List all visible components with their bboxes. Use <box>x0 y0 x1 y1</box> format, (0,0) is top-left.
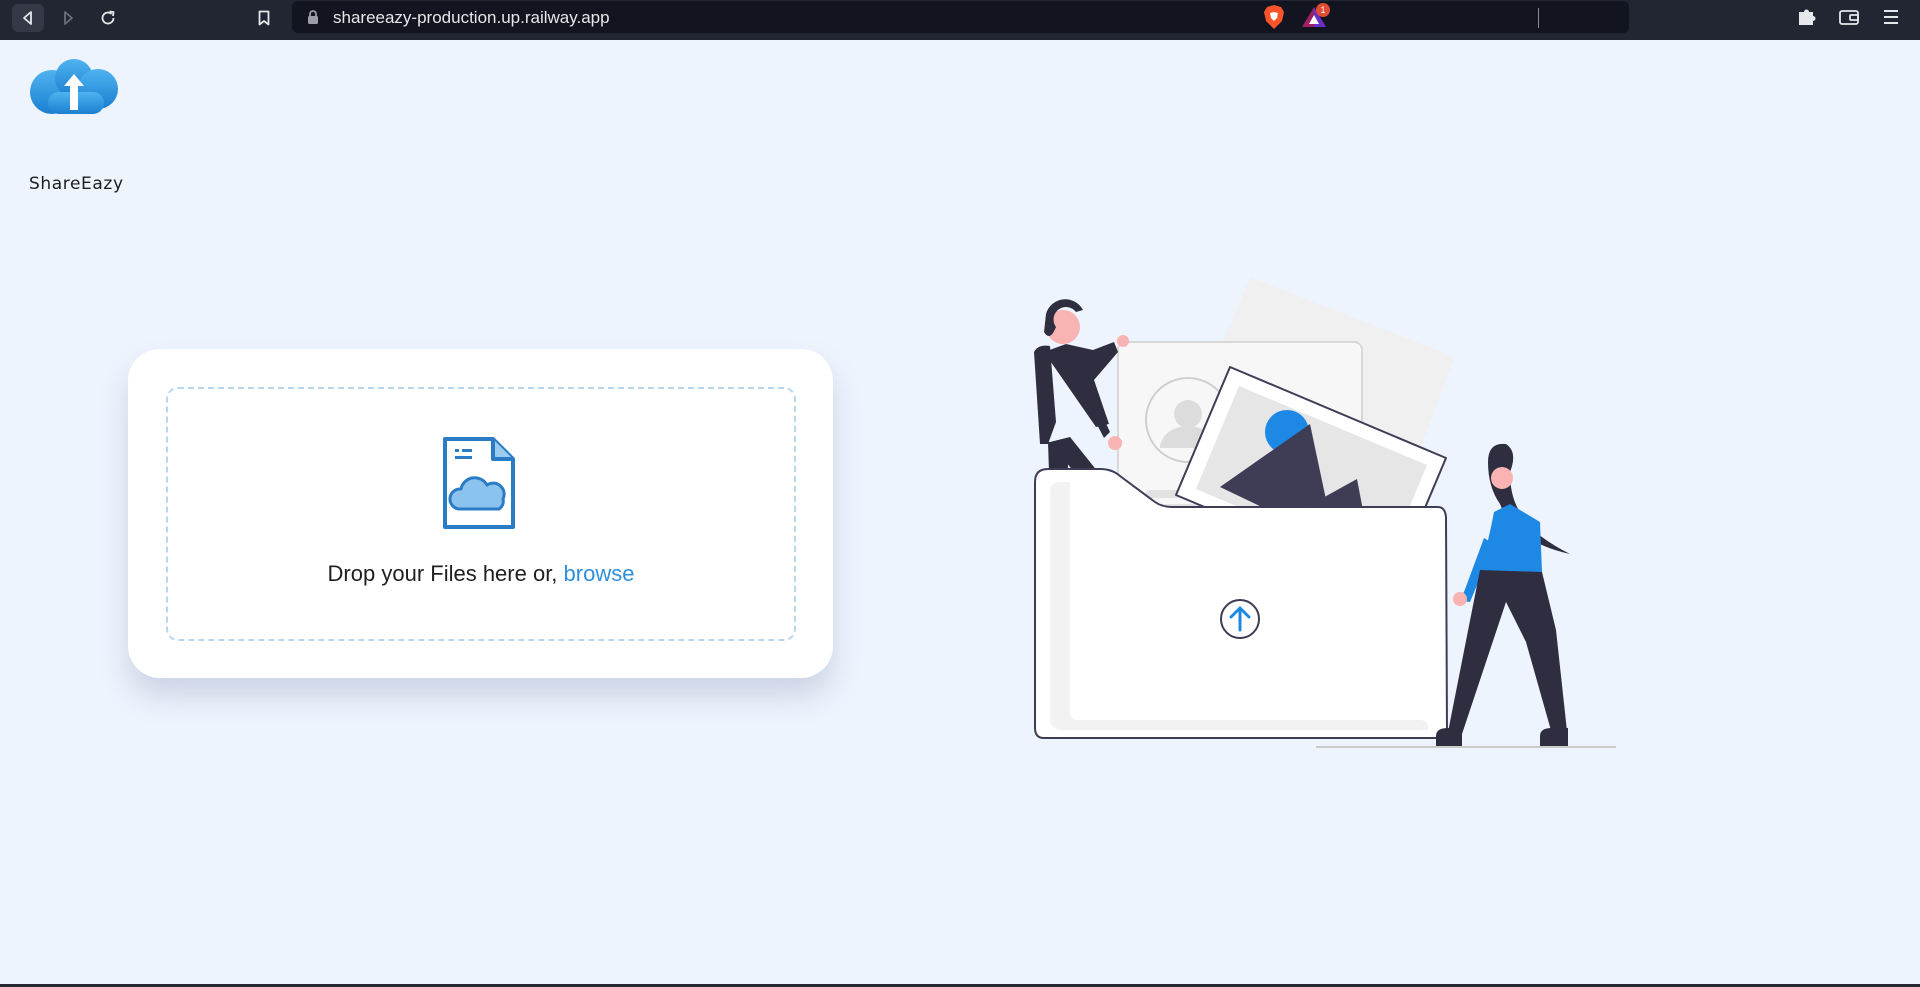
url-text[interactable]: shareeazy-production.up.railway.app <box>333 8 610 28</box>
app-logo[interactable]: ShareEazy <box>28 56 124 194</box>
drop-instructions: Drop your Files here or, browse <box>168 561 794 587</box>
file-dropzone[interactable]: Drop your Files here or, browse <box>166 387 796 641</box>
drop-text: Drop your Files here or, <box>327 561 564 586</box>
upload-folder-illustration <box>1034 277 1616 748</box>
address-bar-divider <box>1538 8 1539 28</box>
upload-card: Drop your Files here or, browse <box>128 349 833 678</box>
puzzle-icon[interactable] <box>1796 6 1818 28</box>
hamburger-menu-icon[interactable] <box>1882 6 1900 28</box>
back-icon <box>23 11 32 25</box>
rewards-badge: 1 <box>1316 3 1330 17</box>
wallet-icon[interactable] <box>1838 7 1860 27</box>
browser-toolbar: shareeazy-production.up.railway.app 1 <box>0 0 1920 40</box>
lock-icon[interactable] <box>306 9 320 25</box>
reload-button[interactable] <box>92 4 124 32</box>
logo-text: ShareEazy <box>29 174 124 194</box>
bookmark-icon <box>258 10 270 26</box>
forward-button[interactable] <box>52 4 84 32</box>
reload-icon <box>101 10 115 25</box>
forward-icon <box>64 11 73 25</box>
cloud-upload-logo-icon <box>30 59 118 114</box>
upload-illustration <box>1010 272 1620 752</box>
address-bar[interactable]: shareeazy-production.up.railway.app <box>292 1 1629 33</box>
browse-link[interactable]: browse <box>564 561 635 586</box>
bookmark-button[interactable] <box>248 4 280 32</box>
brave-shield-icon[interactable] <box>1262 4 1286 30</box>
file-cloud-icon <box>443 437 515 529</box>
back-button[interactable] <box>12 4 44 32</box>
